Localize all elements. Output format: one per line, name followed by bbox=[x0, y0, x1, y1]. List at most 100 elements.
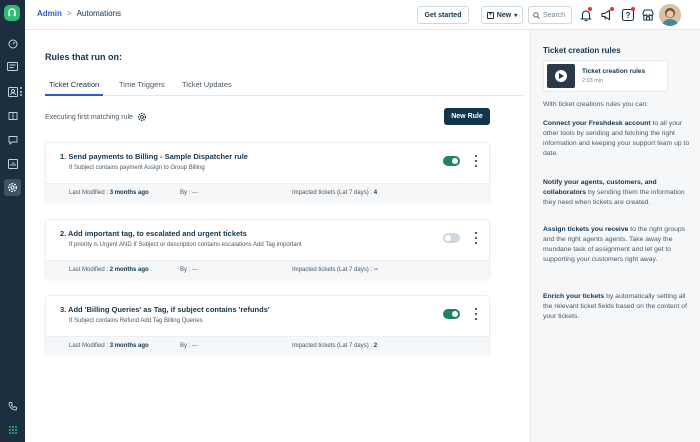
forums-icon[interactable] bbox=[4, 131, 21, 148]
automations-main: Rules that run on: Ticket Creation Time … bbox=[25, 30, 530, 442]
rule-description: If priority is Urgent AND If Subject or … bbox=[69, 242, 302, 248]
new-button-label: New bbox=[496, 11, 512, 19]
settings-gear-icon[interactable] bbox=[137, 112, 147, 122]
rule-footer: Last Modified : 2 months ago By : --- Im… bbox=[46, 260, 489, 279]
rule-footer: Last Modified : 3 months ago By : --- Im… bbox=[46, 183, 489, 202]
search-input[interactable]: Search bbox=[528, 6, 572, 24]
modified-by: By : --- bbox=[180, 190, 198, 196]
video-thumbnail[interactable] bbox=[547, 64, 575, 88]
rule-enabled-toggle[interactable] bbox=[443, 156, 460, 166]
tab-ticket-creation[interactable]: Ticket Creation bbox=[45, 80, 104, 96]
modified-by: By : --- bbox=[180, 343, 198, 349]
freshdesk-logo-icon[interactable] bbox=[4, 5, 20, 21]
reports-icon[interactable] bbox=[4, 155, 21, 172]
search-icon bbox=[533, 11, 540, 19]
last-modified-label: Last Modified : bbox=[69, 343, 109, 349]
chevron-down-icon: ▾ bbox=[514, 12, 518, 19]
last-modified-value: 3 months ago bbox=[109, 190, 149, 196]
rule-card[interactable]: 1. Send payments to Billing - Sample Dis… bbox=[45, 142, 490, 202]
apps-grid-icon[interactable] bbox=[4, 421, 21, 438]
rule-title[interactable]: 3. Add 'Billing Queries' as Tag, if subj… bbox=[60, 305, 270, 314]
impacted-tickets: Impacted tickets (Lat 7 days) : -- bbox=[292, 267, 378, 273]
contacts-icon[interactable] bbox=[4, 83, 21, 100]
last-modified: Last Modified : 3 months ago bbox=[69, 343, 149, 349]
svg-text:?: ? bbox=[626, 11, 631, 20]
notification-dot bbox=[588, 7, 592, 11]
impacted-tickets: Impacted tickets (Lat 7 days) : 4 bbox=[292, 190, 377, 196]
by-value: --- bbox=[192, 267, 199, 273]
last-modified-label: Last Modified : bbox=[69, 267, 109, 273]
help-item: Notify your agents, customers, and colla… bbox=[543, 178, 693, 208]
rule-enabled-toggle[interactable] bbox=[443, 233, 460, 243]
help-item: Assign tickets you receive to the right … bbox=[543, 225, 693, 265]
last-modified-value: 2 months ago bbox=[109, 267, 149, 273]
admin-settings-icon[interactable] bbox=[4, 179, 21, 196]
rule-enabled-toggle[interactable] bbox=[443, 309, 460, 319]
impacted-value: -- bbox=[373, 267, 378, 273]
search-placeholder: Search bbox=[543, 11, 566, 19]
tab-time-triggers[interactable]: Time Triggers bbox=[119, 80, 165, 96]
page-title: Rules that run on: bbox=[45, 52, 122, 62]
toggle-knob bbox=[452, 158, 458, 164]
toggle-knob bbox=[452, 311, 458, 317]
tab-ticket-updates[interactable]: Ticket Updates bbox=[182, 80, 232, 96]
phone-icon[interactable] bbox=[4, 397, 21, 414]
more-options-icon[interactable] bbox=[474, 232, 478, 244]
help-panel: Ticket creation rules Ticket creation ru… bbox=[530, 30, 700, 442]
rule-card[interactable]: 2. Add important tag, to escalated and u… bbox=[45, 219, 490, 279]
knowledge-base-icon[interactable] bbox=[4, 107, 21, 124]
last-modified: Last Modified : 2 months ago bbox=[69, 267, 149, 273]
more-options-icon[interactable] bbox=[474, 155, 478, 167]
rule-description: If Subject contains Refund Add Tag Billi… bbox=[69, 318, 203, 324]
new-rule-button[interactable]: New Rule bbox=[444, 108, 490, 125]
last-modified: Last Modified : 3 months ago bbox=[69, 190, 149, 196]
impacted-value: 4 bbox=[373, 190, 378, 196]
impacted-label: Impacted tickets (Lat 7 days) : bbox=[292, 190, 373, 196]
marketplace-store-icon[interactable] bbox=[641, 8, 655, 22]
breadcrumb-admin-link[interactable]: Admin bbox=[37, 9, 62, 18]
by-value: --- bbox=[192, 190, 199, 196]
dashboard-icon[interactable] bbox=[4, 35, 21, 52]
announcement-dot bbox=[610, 7, 614, 11]
rule-card[interactable]: 3. Add 'Billing Queries' as Tag, if subj… bbox=[45, 295, 490, 355]
rule-tabs: Ticket Creation Time Triggers Ticket Upd… bbox=[45, 78, 525, 96]
last-modified-label: Last Modified : bbox=[69, 190, 109, 196]
breadcrumb-current: Automations bbox=[76, 9, 122, 18]
help-panel-title: Ticket creation rules bbox=[543, 46, 621, 55]
executing-mode: Executing first matching rule bbox=[45, 112, 147, 122]
impacted-tickets: Impacted tickets (Lat 7 days) : 2 bbox=[292, 343, 377, 349]
video-duration: 2:03 min bbox=[582, 78, 604, 84]
help-item-heading: Assign tickets you receive bbox=[543, 226, 629, 233]
by-label: By : bbox=[180, 190, 191, 196]
help-intro: With ticket creations rules you can: bbox=[543, 101, 649, 108]
more-dots-icon[interactable] bbox=[20, 87, 22, 96]
top-header: Admin > Automations Get started + New ▾ Se… bbox=[25, 0, 700, 30]
help-item-heading: Enrich your tickets bbox=[543, 293, 605, 300]
rule-footer: Last Modified : 3 months ago By : --- Im… bbox=[46, 336, 489, 355]
help-item: Connect your Freshdesk account to all yo… bbox=[543, 119, 693, 159]
breadcrumb: Admin > Automations bbox=[37, 9, 121, 18]
play-icon[interactable] bbox=[555, 70, 567, 82]
rule-title[interactable]: 2. Add important tag, to escalated and u… bbox=[60, 229, 247, 238]
impacted-value: 2 bbox=[373, 343, 378, 349]
help-video[interactable]: Ticket creation rules 2:03 min bbox=[543, 60, 668, 92]
rule-title[interactable]: 1. Send payments to Billing - Sample Dis… bbox=[60, 152, 248, 161]
last-modified-value: 3 months ago bbox=[109, 343, 149, 349]
help-dot bbox=[631, 7, 635, 11]
more-options-icon[interactable] bbox=[474, 308, 478, 320]
user-avatar[interactable] bbox=[659, 4, 681, 26]
toggle-knob bbox=[445, 235, 451, 241]
new-button[interactable]: + New ▾ bbox=[481, 6, 523, 24]
get-started-button[interactable]: Get started bbox=[417, 6, 469, 24]
modified-by: By : --- bbox=[180, 267, 198, 273]
rule-description: If Subject contains payment Assign to Gr… bbox=[69, 165, 205, 171]
by-label: By : bbox=[180, 267, 191, 273]
help-item: Enrich your tickets by automatically set… bbox=[543, 292, 693, 322]
impacted-label: Impacted tickets (Lat 7 days) : bbox=[292, 343, 373, 349]
executing-label: Executing first matching rule bbox=[45, 113, 133, 121]
by-value: --- bbox=[192, 343, 199, 349]
tickets-icon[interactable] bbox=[4, 58, 21, 75]
video-title: Ticket creation rules bbox=[582, 68, 646, 75]
plus-icon: + bbox=[486, 11, 494, 19]
help-item-heading: Connect your Freshdesk account bbox=[543, 120, 651, 127]
